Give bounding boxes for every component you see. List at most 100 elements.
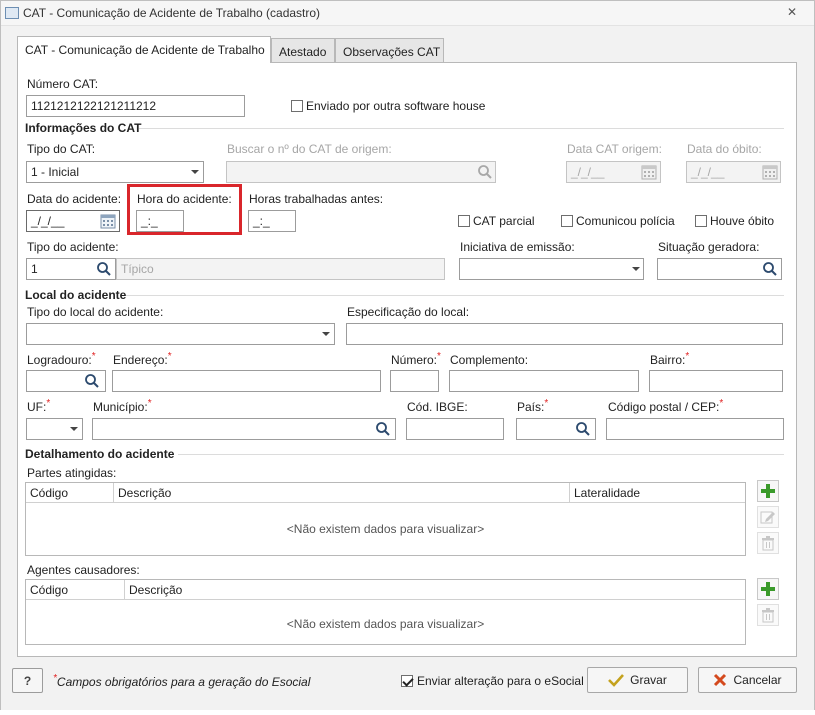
close-icon[interactable]: ✕ [787, 5, 797, 19]
partes-label: Partes atingidas: [27, 466, 117, 480]
municipio-label: Município:* [93, 398, 152, 414]
cat-parcial-checkbox[interactable] [458, 215, 470, 227]
section-divider [178, 454, 784, 455]
uf-label: UF:* [27, 398, 51, 414]
calendar-icon[interactable] [641, 164, 657, 180]
bairro-label: Bairro:* [650, 351, 690, 367]
enviar-esocial-checkbox[interactable] [401, 675, 413, 687]
section-local: Local do acidente [25, 288, 127, 302]
enviar-esocial-label: Enviar alteração para o eSocial [417, 674, 584, 688]
cancel-x-icon [714, 673, 727, 687]
tab-atestado[interactable]: Atestado [271, 38, 335, 63]
cancelar-button[interactable]: Cancelar [698, 667, 797, 693]
window-title: CAT - Comunicação de Acidente de Trabalh… [23, 6, 321, 20]
calendar-icon[interactable] [762, 164, 778, 180]
numero-field[interactable] [390, 370, 439, 392]
section-informacoes: Informações do CAT [25, 121, 142, 135]
required-note: *Campos obrigatórios para a geração do E… [53, 673, 311, 689]
search-icon[interactable] [759, 258, 781, 280]
comunicou-policia-label: Comunicou polícia [576, 214, 675, 228]
empty-message: <Não existem dados para visualizar> [286, 522, 485, 536]
search-icon[interactable] [81, 370, 103, 392]
partes-grid[interactable]: Código Descrição Lateralidade <Não exist… [25, 482, 746, 556]
search-icon[interactable] [474, 161, 496, 183]
col-separator [569, 483, 570, 503]
empty-message: <Não existem dados para visualizar> [286, 617, 485, 631]
col-separator [113, 483, 114, 503]
title-bar: CAT - Comunicação de Acidente de Trabalh… [1, 1, 814, 26]
comunicou-policia-checkbox[interactable] [561, 215, 573, 227]
numero-label: Número:* [391, 351, 441, 367]
iniciativa-label: Iniciativa de emissão: [460, 240, 575, 254]
grid-header: Código Descrição [26, 580, 745, 600]
houve-obito-label: Houve óbito [710, 214, 775, 228]
grid-header: Código Descrição Lateralidade [26, 483, 745, 503]
trash-icon[interactable] [757, 532, 779, 554]
complemento-label: Complemento: [450, 353, 529, 367]
check-icon [608, 674, 625, 687]
tab-observacoes[interactable]: Observações CAT [335, 38, 444, 63]
cep-field[interactable] [606, 418, 784, 440]
chevron-down-icon [70, 427, 78, 431]
col-descricao[interactable]: Descrição [118, 486, 171, 500]
houve-obito-checkbox[interactable] [695, 215, 707, 227]
bairro-field[interactable] [649, 370, 783, 392]
endereco-label: Endereço:* [113, 351, 172, 367]
numero-cat-field[interactable]: 1121212122121211212 [26, 95, 245, 117]
add-icon[interactable] [757, 480, 779, 502]
buscar-origem-label: Buscar o nº do CAT de origem: [227, 142, 392, 156]
iniciativa-select[interactable] [459, 258, 644, 280]
enviado-outra-label: Enviado por outra software house [306, 99, 486, 113]
data-obito-label: Data do óbito: [687, 142, 762, 156]
col-separator [124, 580, 125, 600]
chevron-down-icon [191, 170, 199, 174]
tipo-local-select[interactable] [26, 323, 335, 345]
bottom-strip [0, 710, 815, 715]
gravar-label: Gravar [630, 673, 667, 687]
gravar-button[interactable]: Gravar [587, 667, 688, 693]
highlight-box [127, 184, 242, 235]
especificacao-label: Especificação do local: [347, 305, 470, 319]
buscar-origem-field[interactable] [226, 161, 496, 183]
help-button[interactable]: ? [12, 668, 43, 693]
complemento-field[interactable] [449, 370, 639, 392]
cancelar-label: Cancelar [733, 673, 782, 687]
agentes-grid[interactable]: Código Descrição <Não existem dados para… [25, 579, 746, 645]
section-detalhamento: Detalhamento do acidente [25, 447, 175, 461]
cep-label: Código postal / CEP:* [608, 398, 724, 414]
tab-cat[interactable]: CAT - Comunicação de Acidente de Trabalh… [17, 36, 271, 63]
enviado-outra-checkbox[interactable] [291, 100, 303, 112]
col-lateralidade[interactable]: Lateralidade [574, 486, 640, 500]
cod-ibge-label: Cód. IBGE: [407, 400, 468, 414]
chevron-down-icon [632, 267, 640, 271]
cat-window: CAT - Comunicação de Acidente de Trabalh… [0, 0, 815, 715]
tipo-local-label: Tipo do local do acidente: [27, 305, 164, 319]
tipo-acidente-label: Tipo do acidente: [27, 240, 119, 254]
cat-parcial-label: CAT parcial [473, 214, 535, 228]
agentes-label: Agentes causadores: [27, 563, 140, 577]
endereco-field[interactable] [112, 370, 381, 392]
horas-trab-field[interactable]: _:_ [248, 210, 296, 232]
app-icon [5, 7, 19, 19]
calendar-icon[interactable] [100, 213, 116, 229]
search-icon[interactable] [93, 258, 115, 280]
data-cat-origem-label: Data CAT origem: [567, 142, 662, 156]
cod-ibge-field[interactable] [406, 418, 504, 440]
data-acidente-label: Data do acidente: [27, 192, 122, 206]
numero-cat-label: Número CAT: [27, 77, 99, 91]
tipo-cat-label: Tipo do CAT: [27, 142, 96, 156]
edit-icon[interactable] [757, 506, 779, 528]
section-divider [139, 128, 784, 129]
municipio-field[interactable] [92, 418, 396, 440]
col-codigo[interactable]: Código [30, 583, 68, 597]
search-icon[interactable] [372, 418, 394, 440]
add-icon[interactable] [757, 578, 779, 600]
search-icon[interactable] [572, 418, 594, 440]
tipo-cat-select[interactable]: 1 - Inicial [26, 161, 204, 183]
especificacao-field[interactable] [346, 323, 783, 345]
section-divider [126, 295, 784, 296]
trash-icon[interactable] [757, 604, 779, 626]
pais-label: País:* [517, 398, 549, 414]
col-codigo[interactable]: Código [30, 486, 68, 500]
col-descricao[interactable]: Descrição [129, 583, 182, 597]
